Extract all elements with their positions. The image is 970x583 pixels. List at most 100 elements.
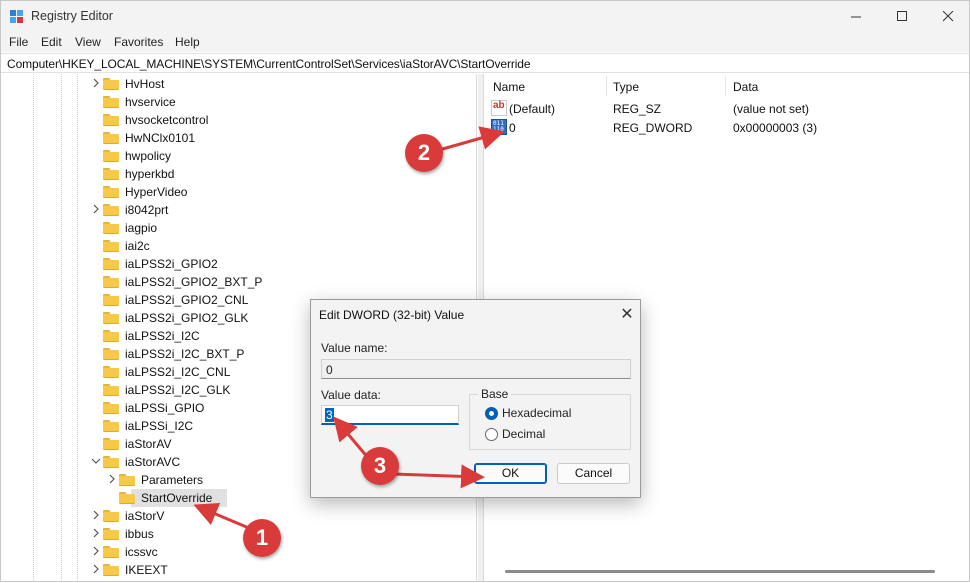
maximize-icon bbox=[896, 11, 907, 21]
maximize-button[interactable] bbox=[879, 1, 925, 32]
folder-icon bbox=[103, 186, 119, 198]
value-data-selected-text: 3 bbox=[325, 408, 334, 422]
scrollbar-thumb[interactable] bbox=[505, 570, 935, 573]
dialog-close-button[interactable]: ✕ bbox=[616, 304, 638, 326]
tree-node-i8042prt[interactable]: i8042prt bbox=[3, 201, 473, 219]
chevron-right-icon[interactable] bbox=[91, 564, 101, 574]
value-data-input[interactable]: 3 bbox=[321, 405, 459, 425]
folder-icon bbox=[103, 384, 119, 396]
tree-node-ikeext[interactable]: IKEEXT bbox=[3, 561, 473, 579]
tree-node-hvservice[interactable]: hvservice bbox=[3, 93, 473, 111]
tree-node-hvsocketcontrol[interactable]: hvsocketcontrol bbox=[3, 111, 473, 129]
tree-node-label: hyperkbd bbox=[125, 167, 175, 181]
value-name: 0 bbox=[509, 121, 516, 135]
tree-node-ibbus[interactable]: ibbus bbox=[3, 525, 473, 543]
tree-node-hwnclx0101[interactable]: HwNClx0101 bbox=[3, 129, 473, 147]
chevron-right-icon[interactable] bbox=[91, 204, 101, 214]
annotation-badge-2: 2 bbox=[405, 134, 443, 172]
tree-node-hyperkbd[interactable]: hyperkbd bbox=[3, 165, 473, 183]
value-row[interactable]: 011 110 0 REG_DWORD 0x00000003 (3) bbox=[485, 118, 969, 138]
menu-help[interactable]: Help bbox=[175, 35, 200, 49]
address-path: Computer\HKEY_LOCAL_MACHINE\SYSTEM\Curre… bbox=[7, 57, 531, 71]
tree-node-ialpss2i-gpio2-bxt-p[interactable]: iaLPSS2i_GPIO2_BXT_P bbox=[3, 273, 473, 291]
tree-node-label: iaLPSS2i_GPIO2_GLK bbox=[125, 311, 249, 325]
folder-icon bbox=[103, 276, 119, 288]
chevron-right-icon[interactable] bbox=[91, 510, 101, 520]
minimize-icon bbox=[850, 16, 861, 18]
folder-icon bbox=[103, 132, 119, 144]
minimize-button[interactable] bbox=[833, 1, 879, 32]
chevron-right-icon[interactable] bbox=[91, 528, 101, 538]
ok-button[interactable]: OK bbox=[474, 463, 547, 484]
close-button[interactable] bbox=[925, 1, 970, 32]
tree-node-iai2c[interactable]: iai2c bbox=[3, 237, 473, 255]
tree-node-hvhost[interactable]: HvHost bbox=[3, 75, 473, 93]
tree-node-iastorv[interactable]: iaStorV bbox=[3, 507, 473, 525]
address-bar[interactable]: Computer\HKEY_LOCAL_MACHINE\SYSTEM\Curre… bbox=[1, 53, 969, 73]
folder-icon bbox=[119, 474, 135, 486]
tree-node-label: Parameters bbox=[141, 473, 204, 487]
chevron-right-icon[interactable] bbox=[91, 546, 101, 556]
folder-icon bbox=[103, 78, 119, 90]
cancel-button[interactable]: Cancel bbox=[557, 463, 630, 484]
chevron-right-icon[interactable] bbox=[107, 474, 117, 484]
value-name-label: Value name: bbox=[321, 341, 388, 355]
tree-node-label: iai2c bbox=[125, 239, 150, 253]
horizontal-scrollbar[interactable] bbox=[485, 565, 969, 579]
tree-node-hypervideo[interactable]: HyperVideo bbox=[3, 183, 473, 201]
value-row[interactable]: ab (Default) REG_SZ (value not set) bbox=[485, 99, 969, 119]
folder-icon bbox=[103, 546, 119, 558]
tree-node-label: ibbus bbox=[125, 527, 154, 541]
edit-dword-dialog: Edit DWORD (32-bit) Value ✕ Value name: … bbox=[310, 299, 641, 498]
tree-node-label: iaLPSS2i_GPIO2_CNL bbox=[125, 293, 249, 307]
decimal-label[interactable]: Decimal bbox=[502, 427, 545, 441]
annotation-badge-1: 1 bbox=[243, 519, 281, 557]
tree-node-label: iaLPSSi_I2C bbox=[125, 419, 194, 433]
decimal-radio[interactable] bbox=[485, 428, 498, 441]
folder-icon bbox=[103, 258, 119, 270]
tree-node-label: HwNClx0101 bbox=[125, 131, 196, 145]
menu-view[interactable]: View bbox=[75, 35, 101, 49]
column-header-data[interactable]: Data bbox=[733, 74, 758, 98]
menu-bar: File Edit View Favorites Help bbox=[1, 32, 969, 52]
folder-icon bbox=[103, 510, 119, 522]
title-bar[interactable]: Registry Editor bbox=[1, 1, 969, 32]
menu-edit[interactable]: Edit bbox=[41, 35, 62, 49]
value-data-label: Value data: bbox=[321, 388, 381, 402]
tree-node-label: HvHost bbox=[125, 77, 165, 91]
close-icon bbox=[942, 11, 953, 22]
value-type: REG_DWORD bbox=[613, 121, 693, 135]
folder-icon bbox=[103, 438, 119, 450]
folder-icon bbox=[103, 222, 119, 234]
folder-icon bbox=[103, 420, 119, 432]
folder-icon bbox=[103, 564, 119, 576]
tree-node-label: iaLPSS2i_I2C bbox=[125, 329, 200, 343]
hexadecimal-radio[interactable] bbox=[485, 407, 498, 420]
hexadecimal-label[interactable]: Hexadecimal bbox=[502, 406, 571, 420]
menu-favorites[interactable]: Favorites bbox=[114, 35, 163, 49]
value-data: (value not set) bbox=[733, 102, 810, 116]
tree-node-label: iagpio bbox=[125, 221, 158, 235]
registry-editor-icon bbox=[10, 10, 24, 24]
menu-file[interactable]: File bbox=[9, 35, 28, 49]
chevron-right-icon[interactable] bbox=[91, 78, 101, 88]
tree-node-label: hvsocketcontrol bbox=[125, 113, 209, 127]
tree-node-label: iaLPSSi_GPIO bbox=[125, 401, 205, 415]
folder-icon bbox=[103, 168, 119, 180]
tree-node-label: iaLPSS2i_GPIO2_BXT_P bbox=[125, 275, 263, 289]
folder-icon bbox=[103, 348, 119, 360]
folder-icon bbox=[103, 312, 119, 324]
chevron-down-icon[interactable] bbox=[91, 456, 101, 466]
column-divider[interactable] bbox=[606, 76, 607, 96]
tree-node-iagpio[interactable]: iagpio bbox=[3, 219, 473, 237]
tree-node-label: iaLPSS2i_I2C_GLK bbox=[125, 383, 231, 397]
tree-node-hwpolicy[interactable]: hwpolicy bbox=[3, 147, 473, 165]
column-divider[interactable] bbox=[725, 76, 726, 96]
tree-node-icssvc[interactable]: icssvc bbox=[3, 543, 473, 561]
folder-icon bbox=[103, 294, 119, 306]
tree-node-ialpss2i-gpio2[interactable]: iaLPSS2i_GPIO2 bbox=[3, 255, 473, 273]
window-title: Registry Editor bbox=[31, 9, 113, 23]
column-header-type[interactable]: Type bbox=[613, 74, 639, 98]
column-header-name[interactable]: Name bbox=[493, 74, 525, 98]
value-data: 0x00000003 (3) bbox=[733, 121, 818, 135]
